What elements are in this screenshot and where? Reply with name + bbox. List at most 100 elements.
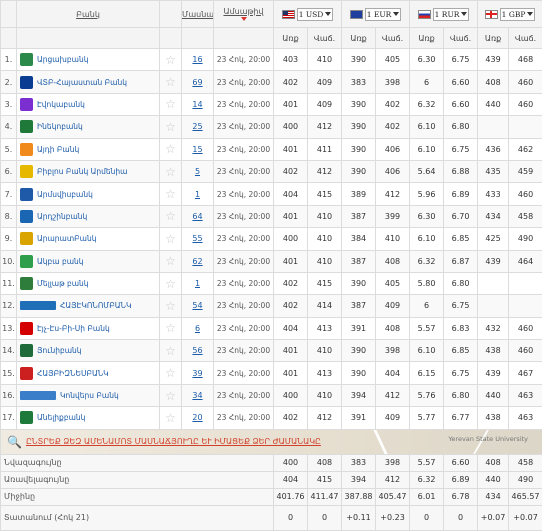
bank-cell[interactable]: Ինեկոբանկ	[16, 115, 160, 139]
branches-count-link[interactable]: 56	[181, 339, 214, 363]
bank-name-link[interactable]: ԱրարատԲանկ	[37, 234, 96, 243]
star-icon[interactable]: ☆	[165, 209, 176, 223]
currency-dropdown-3[interactable]: 1 RUR	[432, 7, 470, 21]
bank-name-link[interactable]: Էյչ-Էս-Բի-Սի Բանկ	[37, 324, 110, 333]
bank-cell[interactable]: Մելլաթ բանկ	[16, 271, 160, 296]
branches-count-link[interactable]: 25	[181, 115, 214, 139]
rur-sell-header[interactable]: Վաճ.	[443, 27, 479, 49]
bank-cell[interactable]: Յունիբանկ	[16, 339, 160, 363]
star-icon[interactable]: ☆	[165, 344, 176, 358]
branches-count-link[interactable]: 39	[181, 361, 214, 385]
bank-column-header[interactable]: Բանկ	[16, 0, 160, 28]
star-icon[interactable]: ☆	[165, 299, 176, 313]
usd-sell-header[interactable]: Վաճ.	[306, 27, 343, 49]
branches-count-link[interactable]: 54	[181, 294, 214, 318]
favorite-star[interactable]: ☆	[159, 249, 182, 273]
bank-cell[interactable]: Անելիքբանկ	[16, 406, 160, 430]
branches-count-link[interactable]: 1	[181, 271, 214, 296]
star-icon[interactable]: ☆	[165, 254, 176, 268]
branches-count-link[interactable]: 14	[181, 92, 214, 117]
branches-count-link[interactable]: 6	[181, 316, 214, 341]
bank-name-link[interactable]: Այդի Բանկ	[37, 145, 79, 154]
gbp-buy-header[interactable]: Առք	[477, 27, 510, 49]
favorite-star[interactable]: ☆	[159, 383, 182, 408]
favorite-star[interactable]: ☆	[159, 115, 182, 139]
star-icon[interactable]: ☆	[165, 187, 176, 201]
favorite-star[interactable]: ☆	[159, 294, 182, 318]
star-icon[interactable]: ☆	[165, 411, 176, 425]
sort-by-branches-link[interactable]: Մասնաճյուղեր	[183, 10, 213, 19]
bank-cell[interactable]: Արդշինբանկ	[16, 204, 160, 229]
branches-count-link[interactable]: 34	[181, 383, 214, 408]
bank-name-link[interactable]: Բիբլոս Բանկ Արմենիա	[37, 167, 127, 176]
bank-name-link[interactable]: Մելլաթ բանկ	[37, 279, 89, 288]
bank-name-link[interactable]: Յունիբանկ	[37, 346, 82, 355]
bank-cell[interactable]: Էյչ-Էս-Բի-Սի Բանկ	[16, 316, 160, 341]
star-icon[interactable]: ☆	[165, 75, 176, 89]
bank-cell[interactable]: Ակբա բանկ	[16, 249, 160, 273]
star-icon[interactable]: ☆	[165, 321, 176, 335]
bank-cell[interactable]: Այդի Բանկ	[16, 137, 160, 161]
star-icon[interactable]: ☆	[165, 165, 176, 179]
favorite-star[interactable]: ☆	[159, 406, 182, 430]
bank-cell[interactable]: Արցախբանկ	[16, 47, 160, 72]
favorite-star[interactable]: ☆	[159, 159, 182, 184]
gbp-sell-header[interactable]: Վաճ.	[508, 27, 542, 49]
star-icon[interactable]: ☆	[165, 366, 176, 380]
bank-name-link[interactable]: ՀԱՅԲԻԶՆԵՍԲԱՆԿ	[37, 369, 109, 378]
branches-count-link[interactable]: 20	[181, 406, 214, 430]
bank-name-link[interactable]: Ակբա բանկ	[37, 257, 84, 266]
bank-name-link[interactable]: Արդշինբանկ	[37, 212, 87, 221]
currency-dropdown-1[interactable]: 1 USD	[296, 7, 334, 21]
eur-buy-header[interactable]: Առք	[341, 27, 377, 49]
favorite-star[interactable]: ☆	[159, 339, 182, 363]
branches-count-link[interactable]: 1	[181, 182, 214, 206]
currency-dropdown-2[interactable]: 1 EUR	[364, 7, 402, 21]
map-cell[interactable]: 🔍 ԸՆՏՐԵՔ ՁԵԶ ԱՄԵՆԱՄՈՏ ՄԱՍՆԱՃՅՈՒՂԸ ԵՒ ԻՄԱ…	[0, 428, 542, 455]
star-icon[interactable]: ☆	[165, 120, 176, 134]
branches-count-link[interactable]: 15	[181, 137, 214, 161]
branches-count-link[interactable]: 55	[181, 227, 214, 251]
favorite-star[interactable]: ☆	[159, 92, 182, 117]
favorite-star[interactable]: ☆	[159, 204, 182, 229]
sort-by-date-link[interactable]: Ամսաթիվ	[223, 7, 263, 16]
favorite-star[interactable]: ☆	[159, 316, 182, 341]
bank-name-link[interactable]: Էվոկաբանկ	[37, 100, 85, 109]
bank-name-link[interactable]: Կոնվերս Բանկ	[60, 391, 119, 400]
favorite-star[interactable]: ☆	[159, 47, 182, 72]
sort-by-bank-link[interactable]: Բանկ	[76, 10, 100, 19]
branches-count-link[interactable]: 62	[181, 249, 214, 273]
date-column-header[interactable]: Ամսաթիվ	[213, 0, 274, 28]
bank-cell[interactable]: Կոնվերս Բանկ	[16, 383, 160, 408]
branch-map-banner[interactable]: 🔍 ԸՆՏՐԵՔ ՁԵԶ ԱՄԵՆԱՄՈՏ ՄԱՍՆԱՃՅՈՒՂԸ ԵՒ ԻՄԱ…	[1, 430, 542, 454]
eur-sell-header[interactable]: Վաճ.	[375, 27, 411, 49]
star-icon[interactable]: ☆	[165, 277, 176, 291]
star-icon[interactable]: ☆	[165, 97, 176, 111]
bank-name-link[interactable]: Արցախբանկ	[37, 55, 88, 64]
star-icon[interactable]: ☆	[165, 232, 176, 246]
find-branch-link[interactable]: ԸՆՏՐԵՔ ՁԵԶ ԱՄԵՆԱՄՈՏ ՄԱՍՆԱՃՅՈՒՂԸ ԵՒ ԻՄԱՑԵ…	[26, 437, 321, 446]
bank-name-link[interactable]: Ինեկոբանկ	[37, 122, 83, 131]
star-icon[interactable]: ☆	[165, 389, 176, 403]
bank-cell[interactable]: ՀԱՅԲԻԶՆԵՍԲԱՆԿ	[16, 361, 160, 385]
favorite-star[interactable]: ☆	[159, 137, 182, 161]
currency-dropdown-4[interactable]: 1 GBP	[499, 7, 536, 21]
favorite-star[interactable]: ☆	[159, 361, 182, 385]
favorite-star[interactable]: ☆	[159, 182, 182, 206]
favorite-star[interactable]: ☆	[159, 70, 182, 94]
bank-cell[interactable]: ԱրարատԲանկ	[16, 227, 160, 251]
bank-name-link[interactable]: Արմսվիսբանկ	[37, 190, 93, 199]
bank-cell[interactable]: Բիբլոս Բանկ Արմենիա	[16, 159, 160, 184]
branches-count-link[interactable]: 5	[181, 159, 214, 184]
rur-buy-header[interactable]: Առք	[409, 27, 445, 49]
bank-cell[interactable]: ՎՏԲ-Հայաստան Բանկ	[16, 70, 160, 94]
bank-cell[interactable]: Էվոկաբանկ	[16, 92, 160, 117]
bank-name-link[interactable]: Անելիքբանկ	[37, 413, 85, 422]
branches-count-link[interactable]: 69	[181, 70, 214, 94]
bank-name-link[interactable]: ՎՏԲ-Հայաստան Բանկ	[37, 78, 127, 87]
bank-cell[interactable]: ՀԱՅԷԿՈՆՈՄԲԱՆԿ	[16, 294, 160, 318]
favorite-star[interactable]: ☆	[159, 227, 182, 251]
branches-count-link[interactable]: 64	[181, 204, 214, 229]
bank-name-link[interactable]: ՀԱՅԷԿՈՆՈՄԲԱՆԿ	[60, 301, 131, 310]
star-icon[interactable]: ☆	[165, 142, 176, 156]
